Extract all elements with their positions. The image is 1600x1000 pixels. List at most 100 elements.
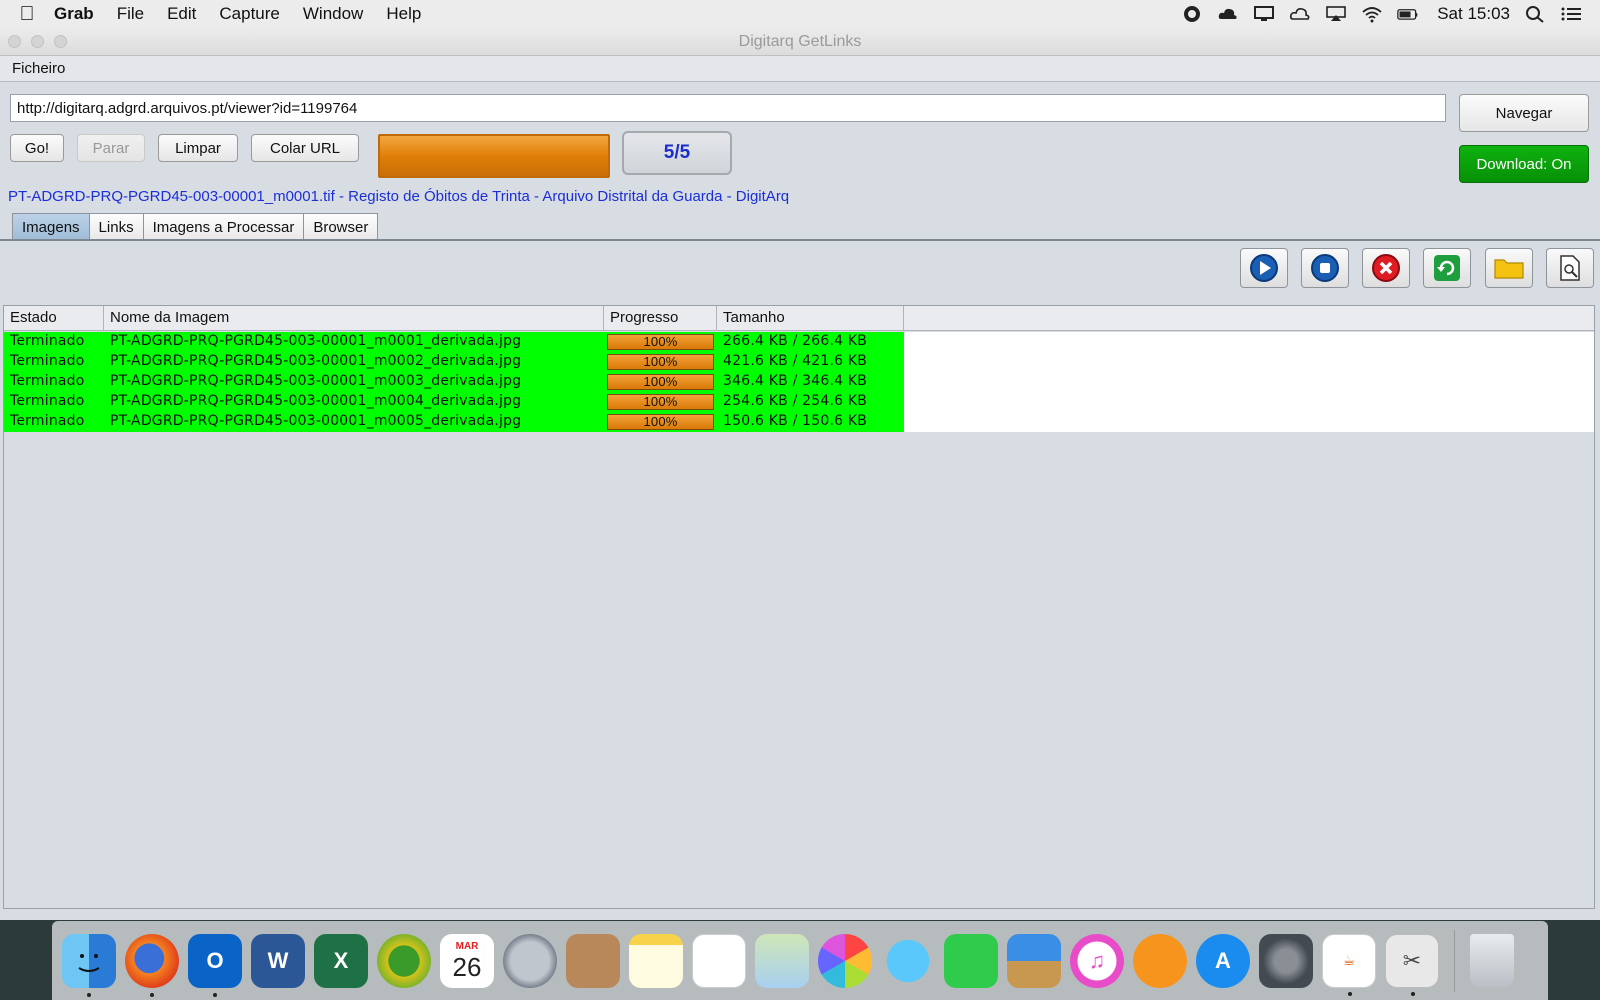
current-file-info: PT-ADGRD-PRQ-PGRD45-003-00001_m0001.tif … [8, 188, 790, 205]
play-button[interactable] [1240, 248, 1288, 288]
close-window-button[interactable] [8, 35, 21, 48]
cell-tamanho: 254.6 KB / 254.6 KB [717, 392, 904, 412]
folder-icon [1494, 259, 1524, 279]
table-header: Estado Nome da Imagem Progresso Tamanho [4, 306, 1594, 331]
tab-imagens[interactable]: Imagens [12, 213, 90, 240]
stop-all-button[interactable] [1301, 248, 1349, 288]
row-progress-bar: 100% [607, 414, 714, 430]
firefox-icon[interactable] [125, 933, 179, 997]
header-estado[interactable]: Estado [4, 306, 104, 331]
menu-ficheiro[interactable]: Ficheiro [12, 60, 65, 77]
notes-icon[interactable] [629, 933, 683, 988]
keynote-icon[interactable] [1007, 933, 1061, 988]
backup-monitor-icon[interactable] [1253, 5, 1275, 23]
menu-window[interactable]: Window [303, 4, 363, 24]
reminders-icon[interactable] [692, 933, 746, 988]
play-icon [1250, 254, 1278, 282]
app-store-icon[interactable]: A [1196, 933, 1250, 988]
zoom-window-button[interactable] [54, 35, 67, 48]
refresh-button[interactable] [1423, 248, 1471, 288]
creative-cloud-icon[interactable] [1217, 5, 1239, 23]
maps-icon[interactable] [755, 933, 809, 988]
images-table: Estado Nome da Imagem Progresso Tamanho … [3, 305, 1595, 909]
dock-separator [1454, 929, 1455, 992]
photos-icon[interactable] [818, 933, 872, 988]
menu-capture[interactable]: Capture [219, 4, 279, 24]
grab-icon[interactable]: ✂ [1385, 933, 1439, 996]
icloud-icon[interactable] [1289, 5, 1311, 23]
row-progress-bar: 100% [607, 374, 714, 390]
contacts-icon[interactable] [566, 933, 620, 988]
cell-nome: PT-ADGRD-PRQ-PGRD45-003-00001_m0004_deri… [104, 392, 604, 412]
facetime-icon[interactable] [944, 933, 998, 988]
navigate-button[interactable]: Navegar [1459, 94, 1589, 132]
cancel-icon [1372, 254, 1400, 282]
window-titlebar[interactable]: Digitarq GetLinks [0, 28, 1600, 56]
cell-tamanho: 266.4 KB / 266.4 KB [717, 332, 904, 352]
cell-tamanho: 421.6 KB / 421.6 KB [717, 352, 904, 372]
table-row[interactable]: Terminado PT-ADGRD-PRQ-PGRD45-003-00001_… [4, 352, 1594, 372]
notification-center-icon[interactable] [1560, 5, 1582, 23]
open-folder-button[interactable] [1485, 248, 1533, 288]
url-input[interactable] [10, 94, 1446, 122]
row-progress-bar: 100% [607, 334, 714, 350]
paste-url-button[interactable]: Colar URL [251, 134, 359, 162]
menu-app-name[interactable]: Grab [54, 4, 94, 24]
cell-tamanho: 150.6 KB / 150.6 KB [717, 412, 904, 432]
table-row[interactable]: Terminado PT-ADGRD-PRQ-PGRD45-003-00001_… [4, 372, 1594, 392]
menu-edit[interactable]: Edit [167, 4, 196, 24]
word-icon[interactable]: W [251, 933, 305, 988]
clear-button[interactable]: Limpar [158, 134, 238, 162]
app-menubar: Ficheiro [0, 56, 1600, 82]
java-icon[interactable]: ☕ [1322, 933, 1376, 996]
menu-help[interactable]: Help [386, 4, 421, 24]
header-progresso[interactable]: Progresso [604, 306, 717, 331]
system-menubar:  Grab File Edit Capture Window Help Sat… [0, 0, 1600, 28]
minimize-window-button[interactable] [31, 35, 44, 48]
system-preferences-icon[interactable] [1259, 933, 1313, 988]
launchpad-icon[interactable] [503, 933, 557, 988]
battery-icon[interactable] [1397, 5, 1419, 23]
getlinks-window: Digitarq GetLinks Ficheiro Go! Parar Lim… [0, 28, 1600, 920]
itunes-icon[interactable]: ♫ [1070, 933, 1124, 988]
table-row[interactable]: Terminado PT-ADGRD-PRQ-PGRD45-003-00001_… [4, 412, 1594, 432]
row-progress-bar: 100% [607, 354, 714, 370]
spotlight-search-icon[interactable] [1524, 5, 1546, 23]
cancel-button[interactable] [1362, 248, 1410, 288]
airplay-icon[interactable] [1325, 5, 1347, 23]
overall-progress-bar [378, 134, 610, 178]
go-button[interactable]: Go! [10, 134, 64, 162]
stop-icon [1311, 254, 1339, 282]
tab-divider [0, 239, 1600, 241]
tab-links[interactable]: Links [88, 213, 144, 240]
refresh-icon [1434, 255, 1460, 281]
excel-icon[interactable]: X [314, 933, 368, 988]
tab-browser[interactable]: Browser [303, 213, 379, 240]
tab-bar: Imagens Links Imagens a Processar Browse… [12, 213, 379, 240]
tab-imagens-a-processar[interactable]: Imagens a Processar [142, 213, 305, 240]
apple-menu-icon[interactable]:  [0, 3, 54, 26]
macos-dock: O W X MAR 26 ♫ A ☕ ✂ [52, 921, 1548, 1000]
ibooks-icon[interactable] [1133, 933, 1187, 988]
cell-tamanho: 346.4 KB / 346.4 KB [717, 372, 904, 392]
trash-icon[interactable] [1470, 933, 1514, 988]
menubar-clock[interactable]: Sat 15:03 [1437, 4, 1510, 24]
outlook-icon[interactable]: O [188, 933, 242, 997]
header-tamanho[interactable]: Tamanho [717, 306, 904, 331]
header-nome[interactable]: Nome da Imagem [104, 306, 604, 331]
download-toggle-button[interactable]: Download: On [1459, 145, 1589, 183]
cell-nome: PT-ADGRD-PRQ-PGRD45-003-00001_m0003_deri… [104, 372, 604, 392]
table-row[interactable]: Terminado PT-ADGRD-PRQ-PGRD45-003-00001_… [4, 392, 1594, 412]
table-row[interactable]: Terminado PT-ADGRD-PRQ-PGRD45-003-00001_… [4, 332, 1594, 352]
menu-file[interactable]: File [117, 4, 144, 24]
mindnode-icon[interactable] [377, 933, 431, 988]
status-app-icon[interactable] [1181, 5, 1203, 23]
file-tools-button[interactable] [1546, 248, 1594, 288]
calendar-icon[interactable]: MAR 26 [440, 933, 494, 988]
wifi-icon[interactable] [1361, 5, 1383, 23]
stop-button[interactable]: Parar [77, 134, 145, 162]
cell-estado: Terminado [4, 412, 104, 432]
finder-icon[interactable] [62, 933, 116, 997]
messages-icon[interactable] [881, 933, 935, 988]
cell-estado: Terminado [4, 352, 104, 372]
